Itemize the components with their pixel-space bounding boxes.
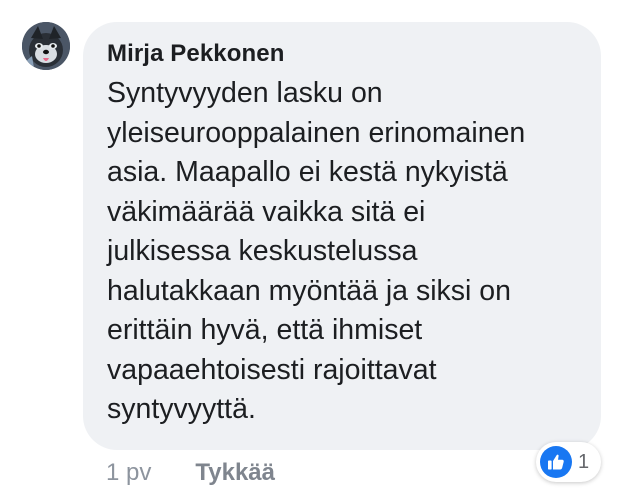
thumbs-up-icon (540, 446, 572, 478)
comment-line: yleiseurooppalainen erinomainen (107, 116, 526, 149)
like-button[interactable]: Tykkää (195, 459, 275, 487)
comment-actions: 1 pv Tykkää (106, 456, 275, 490)
reaction-count: 1 (578, 450, 590, 473)
comment-text: Syntyvyyden lasku on yleiseurooppalainen… (107, 74, 581, 430)
timestamp-link[interactable]: 1 pv (106, 459, 151, 487)
comment-line: halutakkaan myöntää ja siksi on (107, 274, 511, 307)
comment-line: julkisessa keskustelussa (107, 235, 418, 267)
comment-line: erittäin hyvä, että ihmiset (107, 314, 423, 346)
comment-container: Mirja Pekkonen Syntyvyyden lasku on ylei… (0, 0, 627, 504)
dog-avatar-icon (22, 22, 70, 70)
comment-line: väkimäärää vaikka sitä ei (107, 195, 426, 228)
comment-line: syntyvyyttä. (107, 393, 256, 425)
reaction-summary[interactable]: 1 (536, 442, 602, 482)
avatar[interactable] (22, 22, 70, 70)
author-name[interactable]: Mirja Pekkonen (107, 38, 581, 70)
comment-line: asia. Maapallo ei kestä nykyistä (107, 156, 508, 188)
comment-line: Syntyvyyden lasku on (107, 77, 383, 109)
comment-line: vapaaehtoisesti rajoittavat (107, 353, 437, 386)
comment-bubble: Mirja Pekkonen Syntyvyyden lasku on ylei… (83, 22, 601, 450)
